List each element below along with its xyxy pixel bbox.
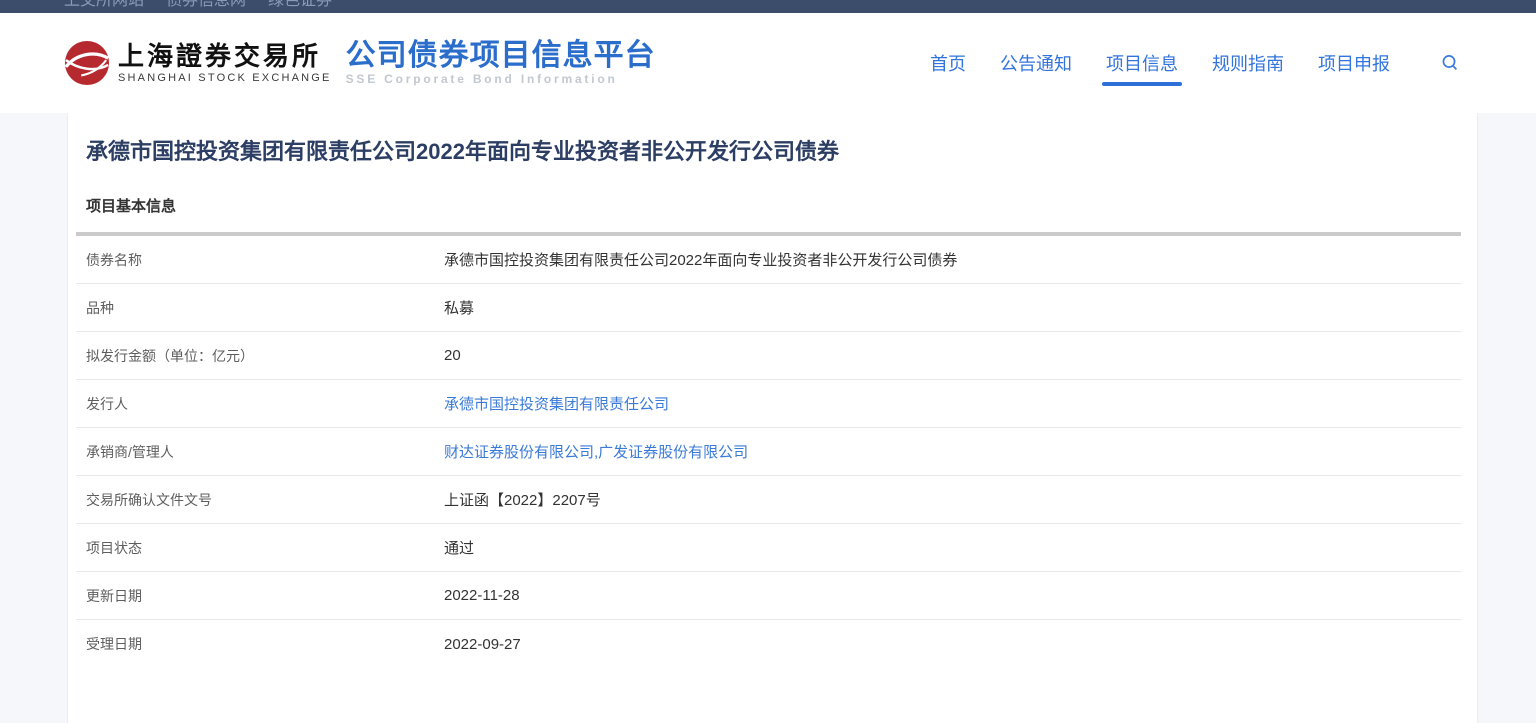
status-value: 通过 (444, 537, 474, 558)
sse-emblem-icon (64, 40, 110, 86)
nav-item-announcements[interactable]: 公告通知 (1000, 50, 1072, 76)
table-row-project-status: 项目状态 通过 (76, 524, 1461, 572)
top-utility-bar: 上交所网站 债券信息网 绿色证券 (0, 0, 1536, 13)
section-title-basic-info: 项目基本信息 (86, 197, 1477, 217)
row-label: 更新日期 (86, 586, 142, 606)
row-label: 项目状态 (86, 538, 142, 558)
project-info-table: 债券名称 承德市国控投资集团有限责任公司2022年面向专业投资者非公开发行公司债… (76, 232, 1461, 668)
table-row-bond-name: 债券名称 承德市国控投资集团有限责任公司2022年面向专业投资者非公开发行公司债… (76, 236, 1461, 284)
row-value: 2022-11-28 (444, 587, 520, 604)
topbar-link-sse-site[interactable]: 上交所网站 (64, 0, 144, 9)
table-row-update-date: 更新日期 2022-11-28 (76, 572, 1461, 620)
table-row-confirmation-doc: 交易所确认文件文号 上证函【2022】2207号 (76, 476, 1461, 524)
row-label: 品种 (86, 298, 114, 318)
page-title: 承德市国控投资集团有限责任公司2022年面向专业投资者非公开发行公司债券 (86, 137, 1477, 167)
nav-item-project-info[interactable]: 项目信息 (1106, 50, 1178, 76)
search-button[interactable] (1440, 52, 1462, 74)
exchange-name: 上海證券交易所 SHANGHAI STOCK EXCHANGE (118, 42, 332, 85)
row-value: 私募 (444, 297, 474, 318)
row-label: 承销商/管理人 (86, 442, 174, 462)
exchange-name-cn: 上海證券交易所 (118, 42, 332, 72)
row-value: 20 (444, 347, 461, 364)
table-row-planned-amount: 拟发行金额（单位：亿元） 20 (76, 332, 1461, 380)
table-row-issuer: 发行人 承德市国控投资集团有限责任公司 (76, 380, 1461, 428)
issuer-link[interactable]: 承德市国控投资集团有限责任公司 (444, 393, 669, 414)
platform-name-en: SSE Corporate Bond Information (346, 72, 656, 86)
main-nav: 首页 公告通知 项目信息 规则指南 项目申报 (896, 13, 1536, 113)
row-label: 交易所确认文件文号 (86, 490, 212, 510)
exchange-name-en: SHANGHAI STOCK EXCHANGE (118, 72, 332, 85)
topbar-link-bond-info[interactable]: 债券信息网 (166, 0, 246, 9)
top-utility-links: 上交所网站 债券信息网 绿色证券 (0, 0, 1536, 9)
nav-item-project-filing[interactable]: 项目申报 (1318, 50, 1390, 76)
nav-item-rules-guide[interactable]: 规则指南 (1212, 50, 1284, 76)
table-row-underwriter: 承销商/管理人 财达证券股份有限公司,广发证券股份有限公司 (76, 428, 1461, 476)
page-background: 承德市国控投资集团有限责任公司2022年面向专业投资者非公开发行公司债券 项目基… (0, 113, 1536, 723)
content-card: 承德市国控投资集团有限责任公司2022年面向专业投资者非公开发行公司债券 项目基… (67, 113, 1478, 723)
site-header: 上海證券交易所 SHANGHAI STOCK EXCHANGE 公司债券项目信息… (0, 13, 1536, 113)
topbar-link-green-securities[interactable]: 绿色证券 (268, 0, 332, 9)
row-label: 发行人 (86, 394, 128, 414)
row-label: 拟发行金额（单位：亿元） (86, 346, 254, 366)
platform-name-cn: 公司债券项目信息平台 (346, 40, 656, 72)
platform-name: 公司债券项目信息平台 SSE Corporate Bond Informatio… (346, 40, 656, 86)
row-value: 承德市国控投资集团有限责任公司2022年面向专业投资者非公开发行公司债券 (444, 249, 957, 270)
table-row-acceptance-date: 受理日期 2022-09-27 (76, 620, 1461, 668)
table-row-variety: 品种 私募 (76, 284, 1461, 332)
nav-item-home[interactable]: 首页 (930, 50, 966, 76)
row-label: 受理日期 (86, 634, 142, 654)
underwriter-link[interactable]: 财达证券股份有限公司,广发证券股份有限公司 (444, 441, 748, 462)
row-value: 上证函【2022】2207号 (444, 489, 601, 510)
row-value: 2022-09-27 (444, 636, 521, 653)
row-label: 债券名称 (86, 250, 142, 270)
search-icon (1440, 53, 1460, 73)
site-logo[interactable]: 上海證券交易所 SHANGHAI STOCK EXCHANGE 公司债券项目信息… (64, 40, 656, 86)
